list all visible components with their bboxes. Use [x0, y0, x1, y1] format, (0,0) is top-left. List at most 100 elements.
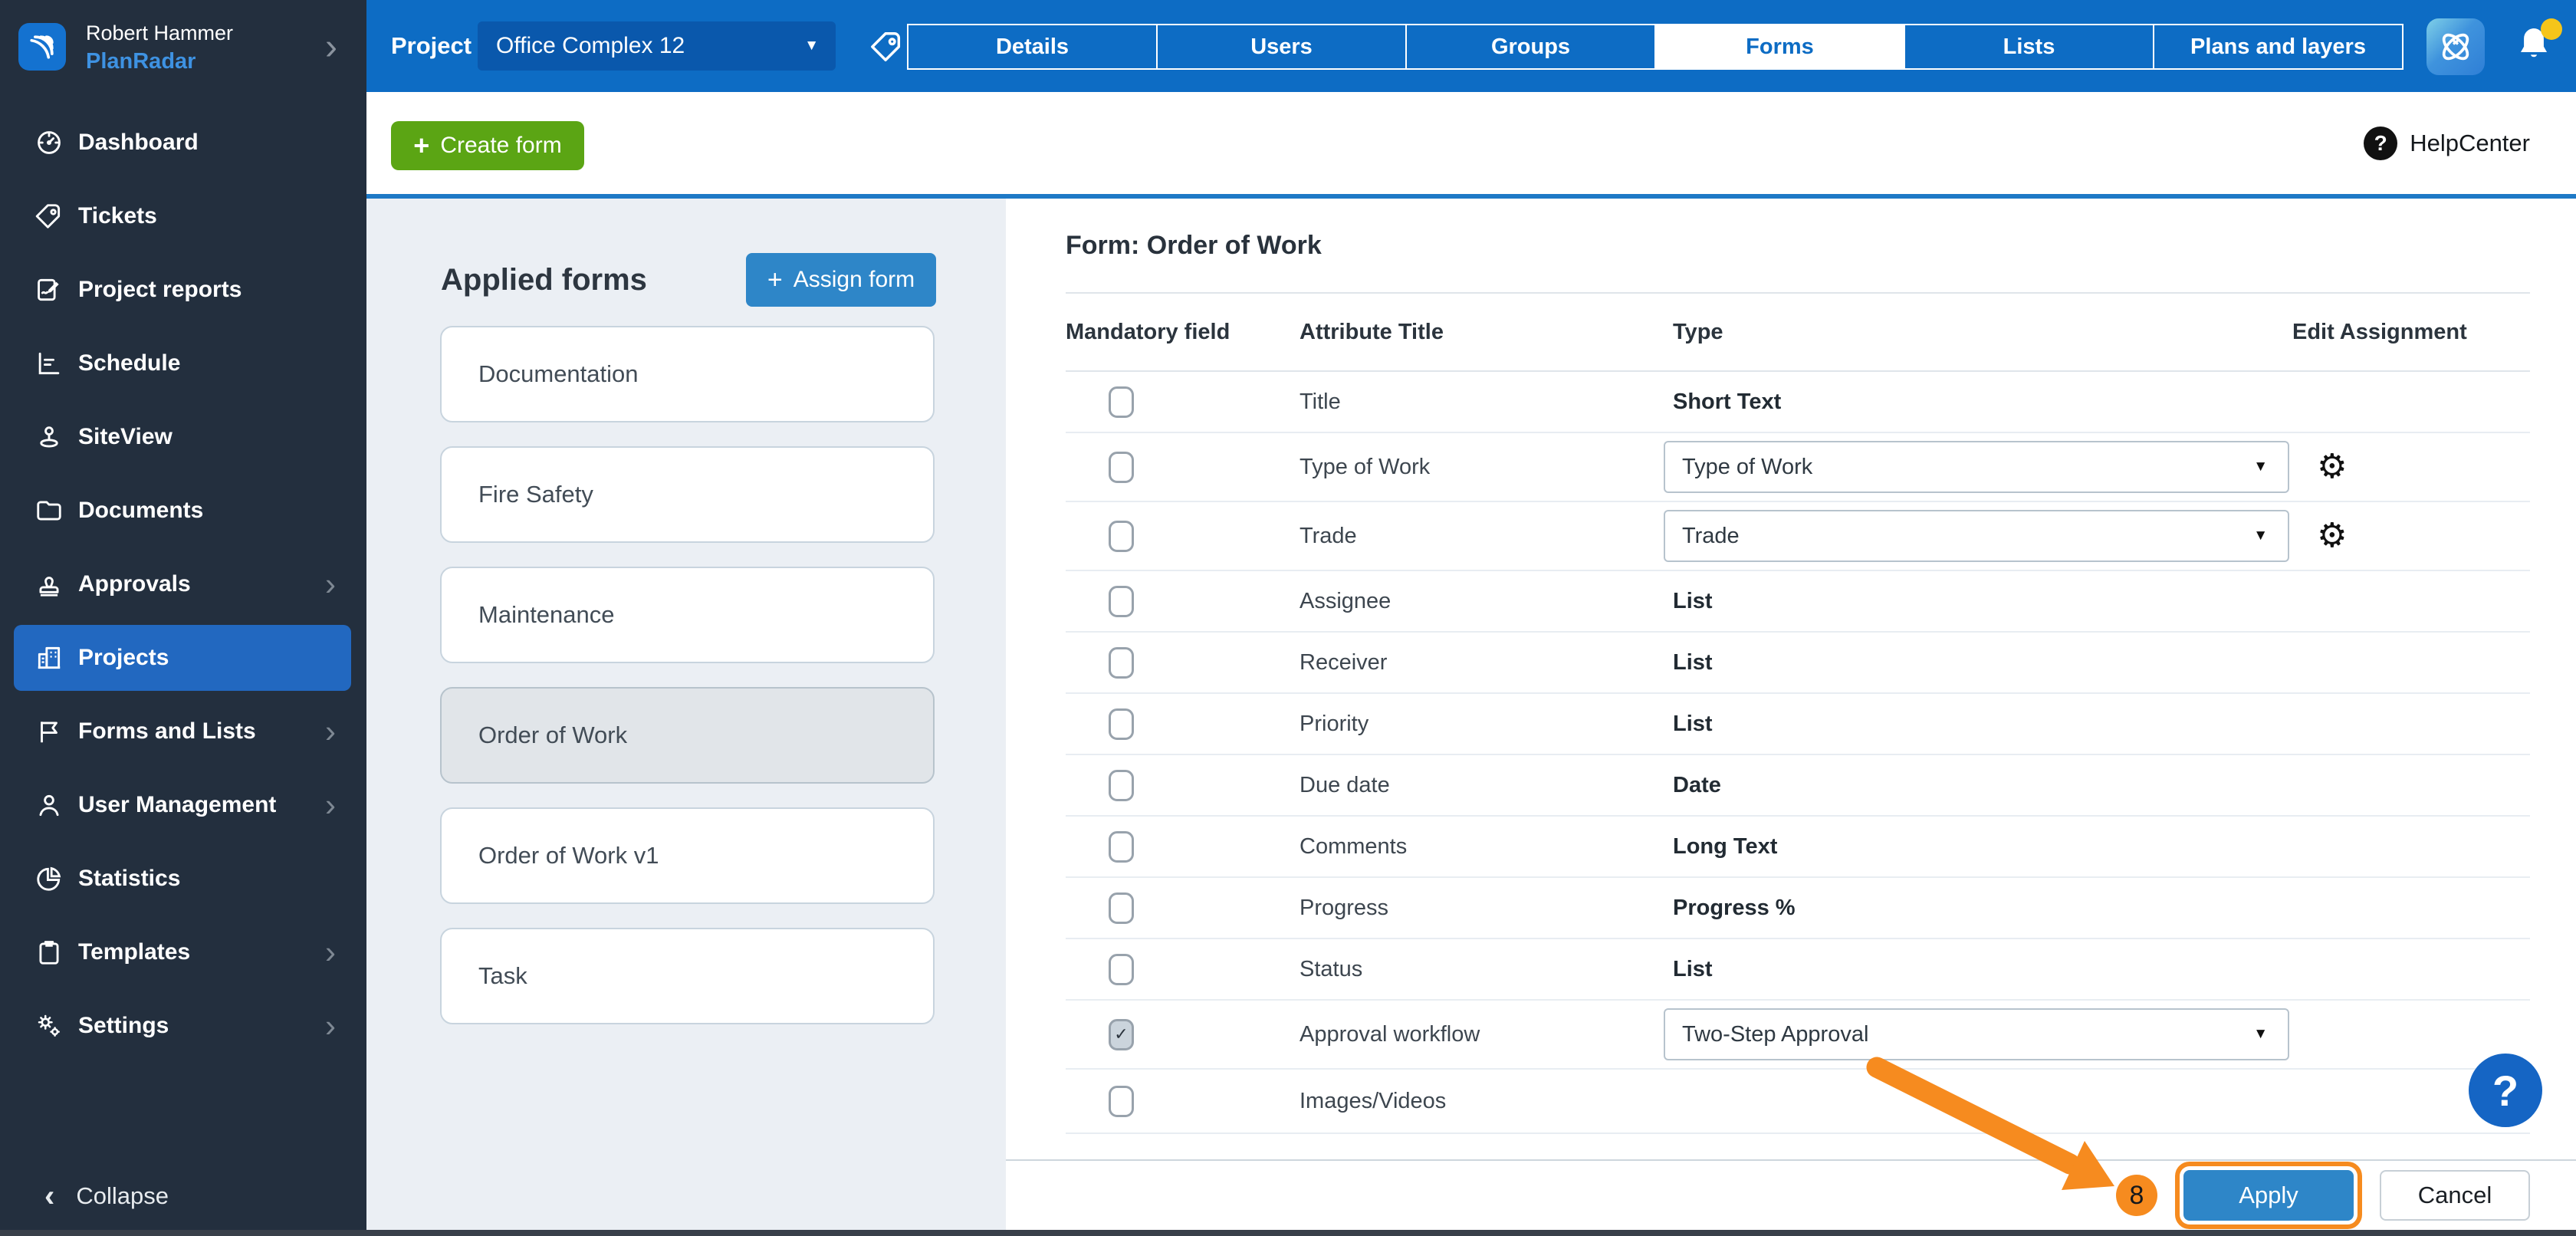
form-card-label: Fire Safety [478, 481, 593, 508]
attribute-title: Title [1288, 390, 1664, 415]
type-value: List [1664, 589, 1713, 613]
sidebar-item[interactable]: Tickets [0, 179, 366, 253]
gear-icon[interactable]: ⚙ [2317, 516, 2347, 555]
col-attribute-title: Attribute Title [1288, 320, 1664, 345]
form-card[interactable]: Documentation [440, 326, 935, 422]
sidebar-item[interactable]: Project reports [0, 253, 366, 327]
form-detail: Form: Order of Work Mandatory field Attr… [1006, 199, 2576, 1159]
helpcenter-button[interactable]: ? HelpCenter [2364, 92, 2530, 194]
table-row: Priority List [1066, 694, 2530, 755]
tab[interactable]: Users [1156, 24, 1407, 70]
create-form-button[interactable]: + Create form [391, 121, 584, 170]
sidebar-item[interactable]: Forms and Lists [0, 695, 366, 768]
sidebar-item-label: User Management [78, 792, 276, 818]
help-bubble-button[interactable]: ? [2469, 1054, 2542, 1127]
mandatory-checkbox[interactable] [1109, 386, 1134, 418]
sidebar-item[interactable]: Projects [0, 621, 366, 695]
plus-icon: + [767, 267, 783, 293]
form-title: Form: Order of Work [1066, 231, 1322, 261]
sidebar-item-label: Schedule [78, 350, 180, 376]
topbar: Project Office Complex 12 ▼ Details User… [366, 0, 2576, 92]
cancel-button[interactable]: Cancel [2380, 1170, 2530, 1221]
tag-icon[interactable] [869, 29, 905, 64]
mandatory-checkbox[interactable] [1109, 647, 1134, 679]
tab[interactable]: Details [907, 24, 1158, 70]
tab[interactable]: Groups [1405, 24, 1656, 70]
type-dropdown[interactable]: Two-Step Approval ▼ [1664, 1008, 2289, 1060]
project-select[interactable]: Office Complex 12 ▼ [478, 21, 836, 71]
type-value: Date [1664, 773, 1721, 797]
form-card[interactable]: Order of Work v1 [440, 807, 935, 904]
apply-button[interactable]: Apply [2183, 1170, 2354, 1221]
footer-bar: 8 Apply Cancel [1006, 1159, 2576, 1230]
col-edit-assignment: Edit Assignment [2292, 320, 2530, 345]
tab[interactable]: Plans and layers [2153, 24, 2404, 70]
mandatory-checkbox[interactable] [1109, 708, 1134, 740]
sidebar-item-label: Forms and Lists [78, 718, 256, 745]
type-dropdown[interactable]: Type of Work ▼ [1664, 441, 2289, 493]
sidebar-item[interactable]: Approvals [0, 547, 366, 621]
form-card[interactable]: Fire Safety [440, 446, 935, 543]
project-tabs: Details Users Groups Forms Lists Plans a… [909, 24, 2404, 70]
table-row: Due date Date [1066, 755, 2530, 817]
col-type: Type [1664, 320, 2292, 345]
form-card[interactable]: Maintenance [440, 567, 935, 663]
type-value: Short Text [1664, 390, 1781, 414]
chevron-left-icon: ‹ [44, 1181, 54, 1211]
mandatory-checkbox[interactable] [1109, 954, 1134, 985]
collapse-label: Collapse [76, 1182, 169, 1210]
form-card[interactable]: Task [440, 928, 935, 1024]
sidebar-item[interactable]: Templates [0, 915, 366, 989]
dashboard-icon [32, 128, 66, 157]
mandatory-checkbox[interactable] [1109, 1019, 1134, 1050]
sidebar-item-label: Documents [78, 498, 203, 524]
tab[interactable]: Lists [1904, 24, 2154, 70]
type-dropdown[interactable]: Trade ▼ [1664, 510, 2289, 562]
chevron-right-icon [325, 789, 336, 821]
sidebar-item[interactable]: SiteView [0, 400, 366, 474]
type-value: Progress % [1664, 896, 1796, 920]
attribute-title: Approval workflow [1288, 1022, 1664, 1047]
plus-icon: + [413, 132, 429, 159]
mandatory-checkbox[interactable] [1109, 770, 1134, 801]
mandatory-checkbox[interactable] [1109, 1086, 1134, 1117]
helpcenter-label: HelpCenter [2410, 130, 2530, 157]
sidebar-item[interactable]: Schedule [0, 327, 366, 400]
gear-icon[interactable]: ⚙ [2317, 447, 2347, 486]
attribute-rows: Title Short Text Type of Work Typ [1066, 372, 2530, 1134]
form-card[interactable]: Order of Work [440, 687, 935, 784]
applied-forms-list: Documentation Fire Safety Maintenance Or… [440, 326, 935, 1024]
sidebar-item[interactable]: Statistics [0, 842, 366, 915]
mandatory-checkbox[interactable] [1109, 892, 1134, 924]
mandatory-checkbox[interactable] [1109, 586, 1134, 617]
pie-chart-icon [32, 864, 66, 893]
caret-down-icon: ▼ [2253, 528, 2268, 544]
attribute-title: Status [1288, 957, 1664, 982]
assign-form-button[interactable]: + Assign form [746, 253, 936, 307]
sidebar-item[interactable]: Documents [0, 474, 366, 547]
buildings-icon [32, 643, 66, 672]
project-label: Project [391, 0, 472, 92]
applied-forms-panel: Applied forms + Assign form Documentatio… [366, 199, 1006, 1230]
chevron-right-icon [325, 936, 336, 968]
tab[interactable]: Forms [1654, 24, 1905, 70]
sidebar-nav: Dashboard Tickets Project reports Schedu… [0, 106, 366, 1063]
project-select-value: Office Complex 12 [496, 33, 685, 59]
sidebar-item[interactable]: Dashboard [0, 106, 366, 179]
notifications-bell-icon[interactable] [2510, 21, 2564, 75]
mandatory-checkbox[interactable] [1109, 521, 1134, 552]
attribute-title: Progress [1288, 896, 1664, 921]
collapse-button[interactable]: ‹ Collapse [0, 1172, 366, 1221]
sidebar-item[interactable]: User Management [0, 768, 366, 842]
attribute-title: Type of Work [1288, 455, 1664, 480]
mandatory-checkbox[interactable] [1109, 831, 1134, 863]
table-row: Images/Videos [1066, 1070, 2530, 1134]
sidebar-header[interactable]: Robert Hammer PlanRadar › [0, 0, 366, 100]
mandatory-checkbox[interactable] [1109, 452, 1134, 483]
table-row: Trade Trade ▼ ⚙ [1066, 502, 2530, 571]
sidebar-item[interactable]: Settings [0, 989, 366, 1063]
sidebar-item-label: Templates [78, 939, 190, 965]
question-mark-icon: ? [2364, 127, 2397, 160]
chevron-right-icon[interactable]: › [325, 29, 337, 66]
connect-app-icon[interactable] [2426, 18, 2485, 75]
